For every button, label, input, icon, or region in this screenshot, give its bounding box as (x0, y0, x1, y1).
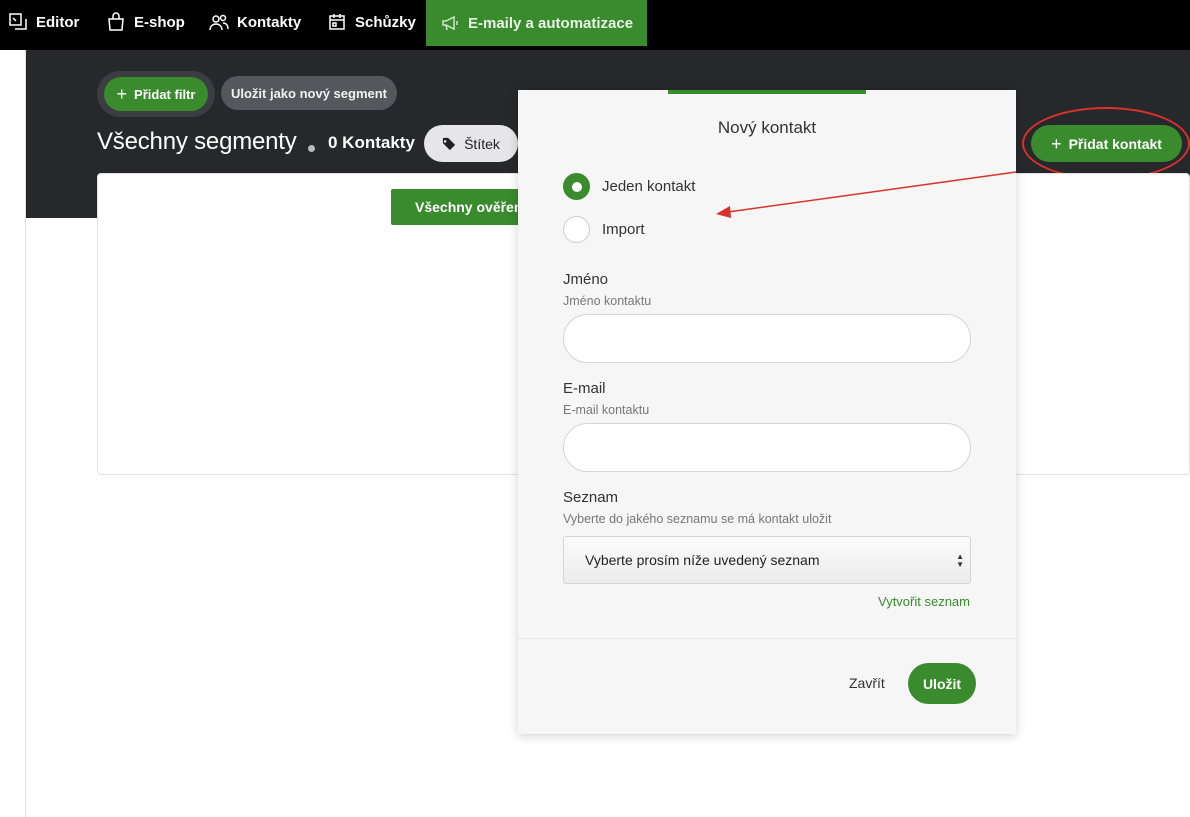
list-field-hint: Vyberte do jakého seznamu se má kontakt … (563, 512, 832, 526)
plus-icon: + (116, 84, 128, 104)
add-filter-label: Přidat filtr (134, 86, 196, 102)
name-input[interactable] (563, 314, 971, 363)
calendar-icon (329, 14, 345, 30)
tag-button[interactable]: Štítek (424, 125, 518, 162)
nav-item-meetings[interactable]: Schůzky (327, 0, 416, 44)
all-verified-button[interactable]: Všechny ověřené (391, 189, 531, 225)
email-field-label: E-mail (563, 380, 606, 397)
nav-item-label: E-maily a automatizace (468, 14, 634, 32)
radio-label: Import (602, 221, 645, 238)
left-sidebar-strip (0, 50, 26, 817)
select-arrows-icon: ▲ ▼ (956, 552, 964, 569)
tag-icon (442, 137, 456, 150)
radio-import[interactable]: Import (563, 216, 645, 243)
save-segment-label: Uložit jako nový segment (230, 85, 388, 101)
all-verified-label: Všechny ověřené (415, 199, 531, 215)
plus-icon: + (1051, 133, 1062, 154)
modal-accent-bar (668, 90, 866, 94)
nav-item-eshop[interactable]: E-shop (106, 0, 185, 44)
megaphone-icon (442, 15, 458, 31)
list-select[interactable]: Vyberte prosím níže uvedený seznam ▲ ▼ (563, 536, 971, 584)
editor-icon (9, 13, 27, 30)
radio-button-unchecked[interactable] (563, 216, 590, 243)
list-select-value: Vyberte prosím níže uvedený seznam (585, 552, 820, 568)
nav-item-label: E-shop (134, 13, 185, 31)
modal-footer-divider (518, 638, 1016, 639)
name-field-label: Jméno (563, 271, 609, 288)
modal-title: Nový kontakt (717, 118, 817, 137)
people-icon (209, 14, 229, 31)
nav-item-contacts[interactable]: Kontakty (209, 0, 301, 44)
page-title: Všechny segmenty (97, 128, 297, 155)
radio-label: Jeden kontakt (602, 178, 696, 195)
email-field-hint: E-mail kontaktu (563, 403, 650, 417)
add-contact-button[interactable]: + Přidat kontakt (1031, 125, 1182, 162)
name-field-hint: Jméno kontaktu (563, 294, 652, 308)
radio-button-checked[interactable] (563, 173, 590, 200)
nav-item-label: Editor (36, 13, 80, 31)
list-field-label: Seznam (563, 489, 619, 506)
contact-count: 0 Kontakty (328, 133, 415, 152)
save-segment-button[interactable]: Uložit jako nový segment (221, 76, 397, 110)
save-button[interactable]: Uložit (908, 663, 976, 704)
new-contact-modal: Nový kontakt Jeden kontakt Import Jméno … (518, 90, 1016, 734)
add-contact-label: Přidat kontakt (1068, 135, 1162, 152)
radio-single-contact[interactable]: Jeden kontakt (563, 173, 695, 200)
tag-label: Štítek (464, 135, 500, 152)
shopping-bag-icon (108, 12, 124, 31)
email-input[interactable] (563, 423, 971, 472)
separator-dot (308, 145, 315, 152)
add-filter-button[interactable]: + Přidat filtr (104, 77, 208, 111)
save-label: Uložit (922, 675, 962, 692)
close-button[interactable]: Zavřít (849, 675, 885, 691)
create-list-link[interactable]: Vytvořit seznam (878, 594, 970, 609)
nav-item-editor[interactable]: Editor (8, 0, 79, 44)
nav-item-emails-automation[interactable]: E-maily a automatizace (426, 0, 648, 46)
nav-item-label: Schůzky (355, 13, 416, 31)
nav-item-label: Kontakty (237, 13, 302, 31)
top-navigation: Editor E-shop Kontakty Schůzky E-maily a… (0, 0, 1190, 50)
